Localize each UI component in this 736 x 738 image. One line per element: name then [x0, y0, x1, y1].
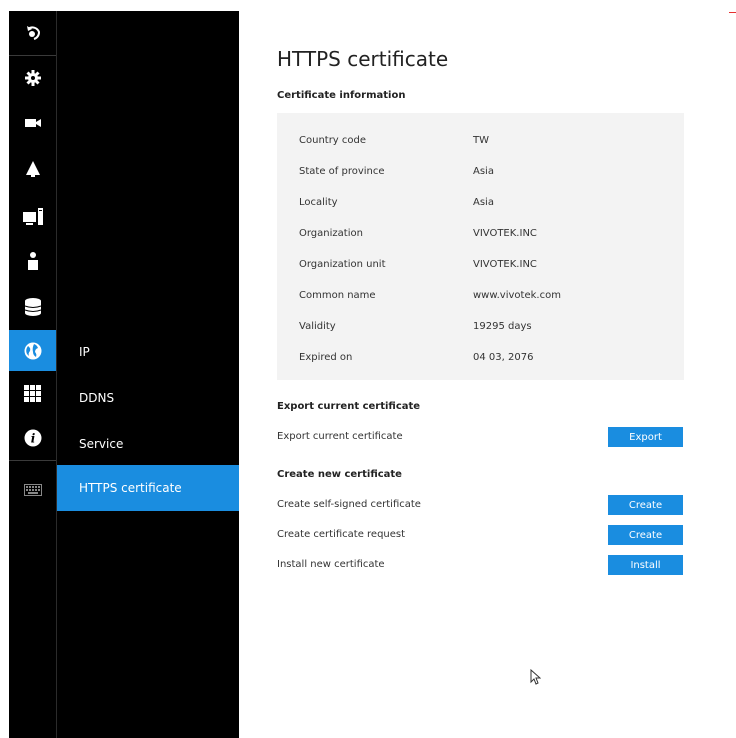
subnav-item-ddns[interactable]: DDNS: [57, 379, 239, 417]
database-icon[interactable]: [9, 288, 56, 325]
info-label: Expired on: [299, 352, 353, 363]
info-value: Asia: [473, 166, 494, 177]
info-label: Country code: [299, 135, 367, 146]
grid-icon[interactable]: [9, 375, 56, 412]
certificate-info-heading: Certificate information: [277, 90, 406, 101]
info-value: VIVOTEK.INC: [473, 228, 537, 239]
info-label: Organization: [299, 228, 363, 239]
info-icon[interactable]: i: [9, 419, 56, 456]
create-request-row: Create certificate request Create: [277, 525, 684, 545]
export-label: Export current certificate: [277, 431, 403, 442]
create-self-signed-button[interactable]: Create: [608, 495, 683, 515]
mouse-cursor-icon: [530, 668, 542, 689]
info-value: VIVOTEK.INC: [473, 259, 537, 270]
info-label: Validity: [299, 321, 336, 332]
certificate-info-panel: Country code TW State of province Asia Loc…: [277, 113, 684, 380]
info-label: Locality: [299, 197, 338, 208]
export-heading: Export current certificate: [277, 401, 421, 412]
back-icon[interactable]: [9, 13, 56, 50]
subnav-item-label: IP: [79, 345, 90, 359]
icon-sidebar: i: [9, 11, 57, 738]
bell-icon[interactable]: [9, 150, 56, 187]
info-value: TW: [473, 135, 489, 146]
subnav-item-label: Service: [79, 437, 124, 451]
page-title: HTTPS certificate: [277, 47, 449, 71]
create-heading: Create new certificate: [277, 469, 402, 480]
export-row: Export current certificate Export: [277, 427, 684, 447]
create-request-label: Create certificate request: [277, 529, 406, 540]
camera-icon[interactable]: [9, 104, 56, 141]
install-button[interactable]: Install: [608, 555, 683, 575]
info-value: www.vivotek.com: [473, 290, 561, 301]
info-value: Asia: [473, 197, 494, 208]
install-label: Install new certificate: [277, 559, 385, 570]
computer-icon[interactable]: [9, 198, 56, 235]
corner-marker: [729, 12, 736, 13]
gear-icon[interactable]: [9, 59, 56, 96]
globe-icon[interactable]: [9, 330, 56, 371]
info-value: 04 03, 2076: [473, 352, 534, 363]
info-label: Organization unit: [299, 259, 386, 270]
create-self-signed-row: Create self-signed certificate Create: [277, 495, 684, 515]
subnav-item-label: DDNS: [79, 391, 115, 405]
svg-text:i: i: [30, 431, 35, 445]
info-label: Common name: [299, 290, 376, 301]
export-button[interactable]: Export: [608, 427, 683, 447]
create-request-button[interactable]: Create: [608, 525, 683, 545]
user-icon[interactable]: [9, 242, 56, 279]
subnav-item-service[interactable]: Service: [57, 425, 239, 463]
install-row: Install new certificate Install: [277, 555, 684, 575]
keyboard-icon[interactable]: [9, 471, 56, 508]
create-self-signed-label: Create self-signed certificate: [277, 499, 421, 510]
subnav-item-label: HTTPS certificate: [79, 481, 182, 495]
network-subnav: IP DDNS Service HTTPS certificate: [57, 11, 239, 738]
info-value: 19295 days: [473, 321, 532, 332]
subnav-item-ip[interactable]: IP: [57, 333, 239, 371]
subnav-item-https-certificate[interactable]: HTTPS certificate: [57, 465, 239, 511]
info-label: State of province: [299, 166, 385, 177]
